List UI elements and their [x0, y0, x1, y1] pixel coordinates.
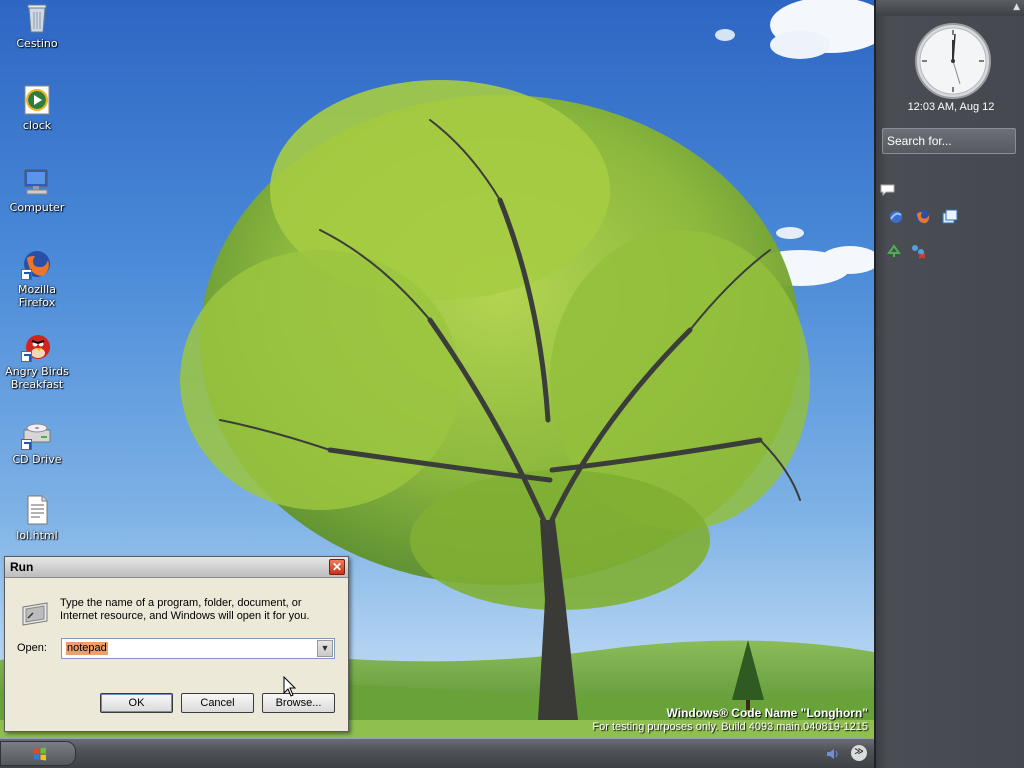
- desktop-icon-firefox[interactable]: Mozilla Firefox: [0, 248, 74, 309]
- windows-flag-icon: [33, 747, 47, 761]
- desktop-icon-clock[interactable]: clock: [0, 84, 74, 132]
- computer-icon: [21, 166, 53, 198]
- desktop-icon-label: clock: [22, 119, 52, 132]
- html-file-icon: [21, 494, 53, 526]
- chevron-down-icon[interactable]: ▼: [317, 640, 333, 657]
- build-watermark: Windows® Code Name "Longhorn" For testin…: [592, 706, 868, 733]
- shortcut-arrow-icon: [21, 351, 32, 362]
- expand-tray-icon[interactable]: ≫: [851, 745, 867, 761]
- shortcut-arrow-icon: [21, 269, 32, 280]
- run-dialog: Run ✕ Type the name of a program, folder…: [4, 556, 349, 732]
- shortcut-arrow-icon: [21, 439, 32, 450]
- desktop-icon-cd-drive[interactable]: CD Drive: [0, 418, 74, 466]
- desktop-icon-label: lol.html: [16, 529, 58, 542]
- cancel-button[interactable]: Cancel: [181, 693, 254, 713]
- clock-text: 12:03 AM, Aug 12: [907, 101, 995, 113]
- open-combobox[interactable]: notepad ▼: [61, 638, 335, 659]
- browse-button[interactable]: Browse...: [262, 693, 335, 713]
- ok-button[interactable]: OK: [100, 693, 173, 713]
- desktop-icon-computer[interactable]: Computer: [0, 166, 74, 214]
- firefox-icon[interactable]: [915, 209, 931, 225]
- taskbar: ≫: [0, 738, 874, 768]
- window-switcher-icon[interactable]: [942, 209, 958, 225]
- volume-icon[interactable]: [826, 747, 840, 761]
- mouse-cursor-icon: [283, 675, 297, 698]
- watermark-build: For testing purposes only. Build 4093.ma…: [592, 721, 868, 733]
- angry-birds-icon: [21, 330, 53, 362]
- sidebar-header: ▲: [876, 0, 1024, 16]
- watermark-title: Windows® Code Name "Longhorn": [666, 706, 868, 720]
- desktop-icon-recycle-bin[interactable]: Cestino: [0, 2, 74, 50]
- chat-bubble-icon[interactable]: [880, 184, 896, 197]
- cd-drive-icon: [21, 418, 53, 450]
- desktop-icon-label: Computer: [9, 201, 65, 214]
- desktop-icon-html-file[interactable]: lol.html: [0, 494, 74, 542]
- open-input[interactable]: notepad: [66, 642, 108, 655]
- desktop-icon-angry-birds[interactable]: Angry Birds Breakfast: [0, 330, 74, 391]
- media-clock-icon: [21, 84, 53, 116]
- recycle-icon[interactable]: [886, 243, 902, 259]
- chevron-up-icon[interactable]: ▲: [1013, 2, 1020, 12]
- network-disconnected-icon[interactable]: [910, 243, 926, 259]
- search-input[interactable]: Search for...: [882, 128, 1016, 154]
- run-dialog-titlebar[interactable]: Run ✕: [5, 557, 348, 578]
- start-button[interactable]: [0, 741, 76, 766]
- desktop-icon-label: CD Drive: [12, 453, 62, 466]
- run-dialog-description: Type the name of a program, folder, docu…: [60, 597, 310, 622]
- desktop-icon-label: Mozilla Firefox: [18, 283, 56, 309]
- close-button[interactable]: ✕: [329, 559, 345, 575]
- sidebar: ▲ 12:03 AM, Aug 12 Search for...: [874, 0, 1024, 768]
- run-dialog-title: Run: [10, 560, 34, 574]
- desktop-icon-label: Cestino: [16, 37, 58, 50]
- network-icon[interactable]: [888, 209, 904, 225]
- run-program-icon: [19, 599, 51, 627]
- recycle-bin-icon: [21, 2, 53, 34]
- analog-clock-icon[interactable]: [914, 22, 992, 100]
- desktop-icon-label: Angry Birds Breakfast: [5, 365, 69, 391]
- open-label: Open:: [17, 642, 47, 654]
- firefox-icon: [21, 248, 53, 280]
